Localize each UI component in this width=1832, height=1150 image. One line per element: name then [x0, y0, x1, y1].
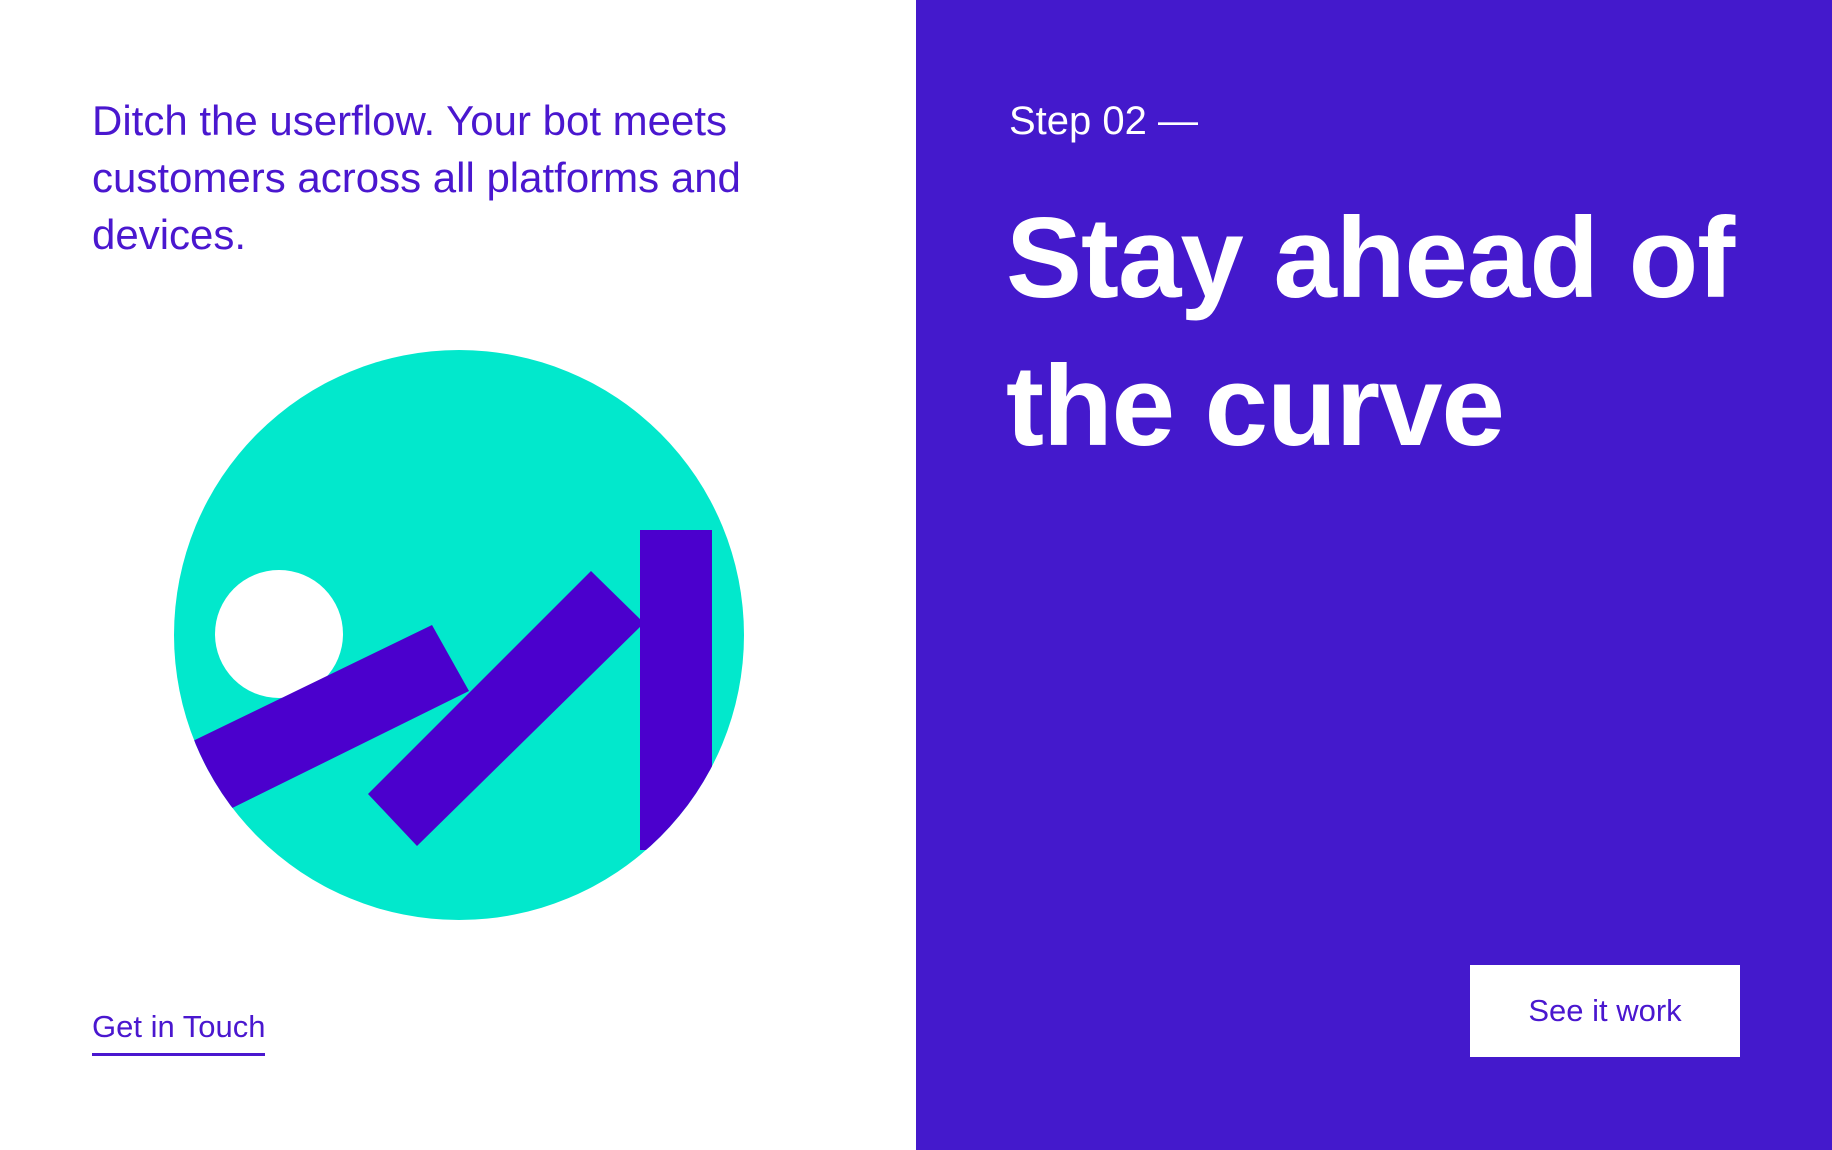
get-in-touch-link[interactable]: Get in Touch [92, 1005, 266, 1056]
right-panel: Step 02 — Stay ahead of the curve See it… [916, 0, 1832, 1150]
step-label: Step 02 — [1009, 99, 1199, 143]
page: Ditch the userflow. Your bot meets custo… [0, 0, 1832, 1150]
rising-bars-illustration [174, 349, 744, 921]
third-bar-shape [640, 530, 712, 850]
intro-text: Ditch the userflow. Your bot meets custo… [92, 97, 741, 258]
see-it-work-button[interactable]: See it work [1470, 965, 1740, 1057]
left-panel: Ditch the userflow. Your bot meets custo… [0, 0, 916, 1150]
page-title: Stay ahead of the curve [1006, 195, 1735, 470]
